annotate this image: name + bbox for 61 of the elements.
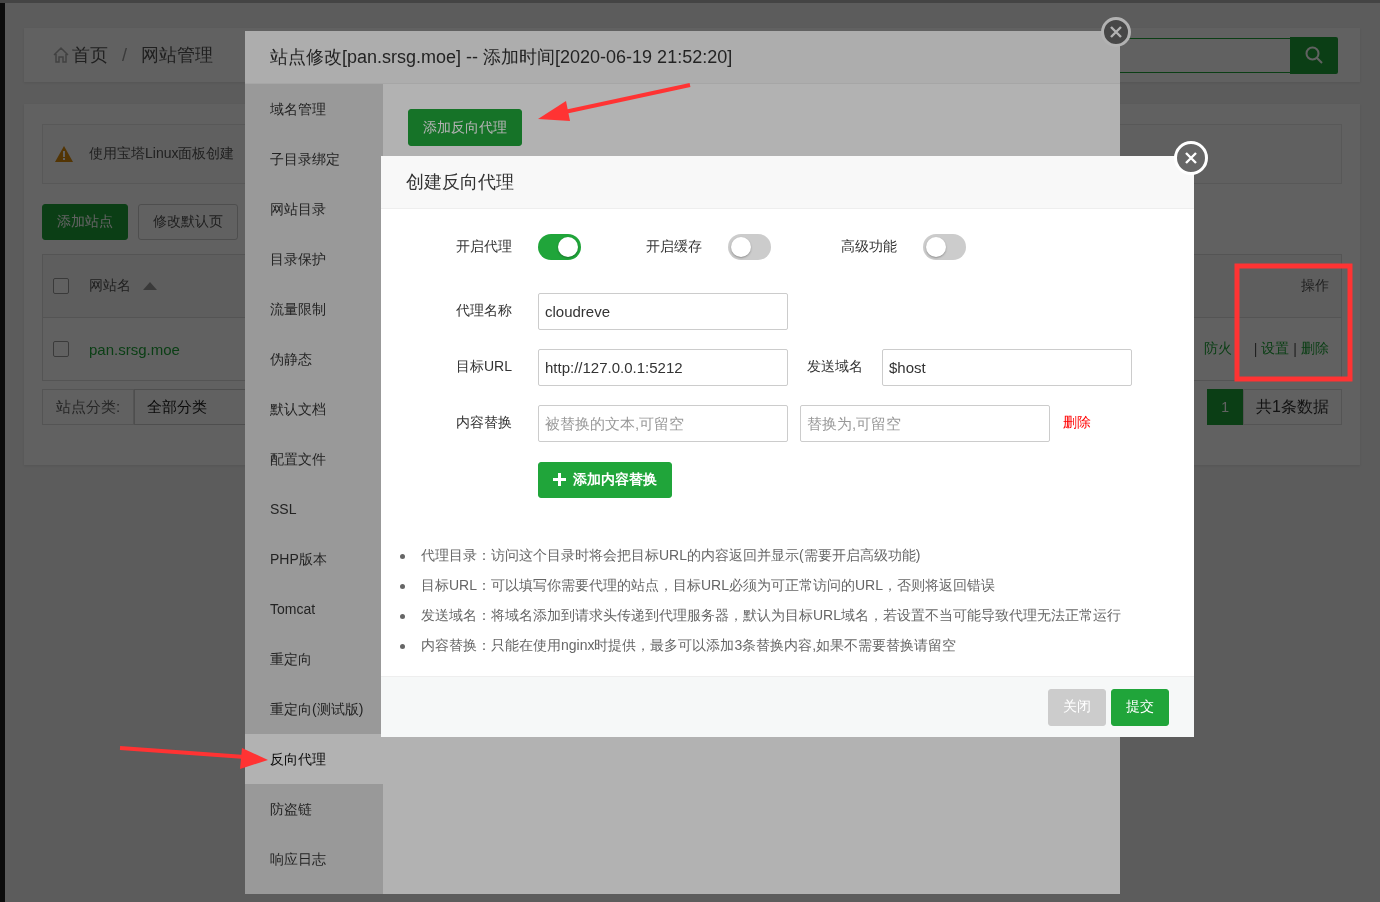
bullet-icon	[400, 553, 405, 559]
dialog-title: 创建反向代理	[381, 156, 1194, 209]
column-header: 操作	[1301, 277, 1329, 295]
switch-label: 开启缓存	[646, 238, 702, 256]
sidebar-tab[interactable]: 目录保护	[245, 234, 383, 284]
page-total: 共1条数据	[1243, 389, 1342, 425]
dialog-button[interactable]: 提交	[1111, 688, 1169, 726]
help-text: 代理目录：访问这个目录时将会把目标URL的内容返回并显示(需要开启高级功能)	[421, 547, 921, 565]
add-replace-button[interactable]: 添加内容替换	[538, 461, 672, 498]
field-label: 目标URL	[455, 358, 512, 376]
switch-label: 高级功能	[841, 238, 897, 256]
sidebar-tab[interactable]: 子目录绑定	[245, 134, 383, 184]
help-text: 内容替换：只能在使用nginx时提供，最多可以添加3条替换内容,如果不需要替换请留空	[421, 637, 957, 655]
home-icon	[52, 46, 70, 64]
sidebar-tab[interactable]: 响应日志	[245, 834, 383, 884]
field-label: 代理名称	[455, 302, 512, 320]
sidebar-tab[interactable]: 网站目录	[245, 184, 383, 234]
delete-link[interactable]: 删除	[1063, 414, 1091, 432]
switch-label: 开启代理	[455, 238, 512, 256]
sidebar-tab[interactable]: 反向代理	[245, 734, 383, 784]
close-icon	[1184, 151, 1198, 165]
sort-icon[interactable]	[143, 282, 157, 290]
sidebar-tab[interactable]: 配置文件	[245, 434, 383, 484]
notice-text: 使用宝塔Linux面板创建	[89, 145, 235, 163]
plus-icon	[553, 473, 566, 486]
sidebar-tab[interactable]: Tomcat	[245, 584, 383, 634]
toggle-switch[interactable]	[728, 234, 771, 260]
sidebar-tab[interactable]: 流量限制	[245, 284, 383, 334]
toggle-switch[interactable]	[538, 234, 581, 260]
search-button[interactable]	[1290, 36, 1338, 74]
input-field[interactable]: 替换为,可留空	[800, 404, 1050, 442]
link-separator: |	[1293, 341, 1297, 357]
breadcrumb-separator: /	[122, 44, 127, 66]
close-icon	[1109, 25, 1123, 39]
sidebar-tab[interactable]: 重定向	[245, 634, 383, 684]
sidebar-tab[interactable]: 防盗链	[245, 784, 383, 834]
bullet-icon	[400, 643, 405, 649]
warning-icon	[55, 146, 73, 162]
field-label: 发送域名	[807, 358, 863, 376]
bullet-icon	[400, 613, 405, 619]
input-field[interactable]: 被替换的文本,可留空	[538, 404, 788, 442]
help-text: 目标URL：可以填写你需要代理的站点，目标URL必须为可正常访问的URL，否则将返回错误	[421, 577, 996, 595]
input-field[interactable]: cloudreve	[538, 292, 788, 330]
add-proxy-button[interactable]: 添加反向代理	[408, 109, 522, 146]
field-label: 内容替换	[455, 414, 512, 432]
input-field[interactable]: $host	[882, 348, 1132, 386]
help-text: 发送域名：将域名添加到请求头传递到代理服务器，默认为目标URL域名，若设置不当可能导致代理无法正常运行	[421, 607, 1121, 625]
sidebar-tab[interactable]: PHP版本	[245, 534, 383, 584]
dialog-title: 站点修改[pan.srsg.moe] -- 添加时间[2020-06-19 21:52:20]	[245, 31, 1120, 84]
sidebar-tab[interactable]: 伪静态	[245, 334, 383, 384]
checkbox[interactable]	[53, 341, 69, 357]
checkbox[interactable]	[53, 278, 69, 294]
category-label: 站点分类:	[42, 389, 135, 425]
sidebar-tab[interactable]: 重定向(测试版)	[245, 684, 383, 734]
sidebar-tab[interactable]: SSL	[245, 484, 383, 534]
sidebar-tab[interactable]: 域名管理	[245, 84, 383, 134]
search-icon	[1304, 45, 1324, 65]
toggle-switch[interactable]	[923, 234, 966, 260]
bullet-icon	[400, 583, 405, 589]
input-field[interactable]: http://127.0.0.1:5212	[538, 348, 788, 386]
link-separator: |	[1253, 341, 1258, 357]
